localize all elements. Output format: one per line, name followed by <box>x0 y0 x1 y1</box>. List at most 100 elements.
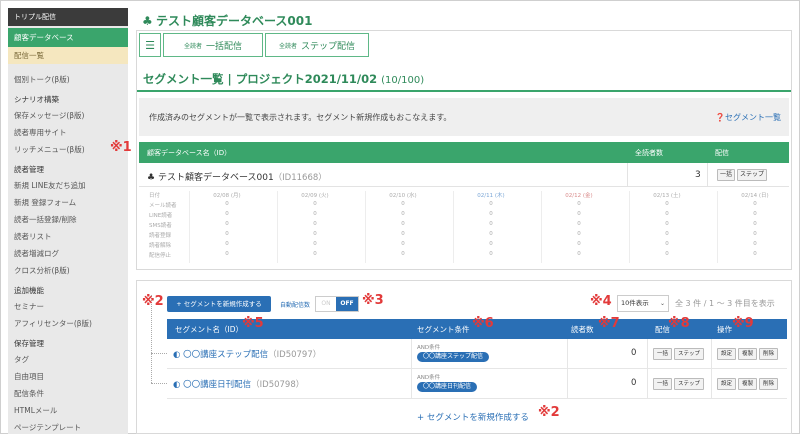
stats-date: 02/09 (火) <box>301 193 329 199</box>
stats-cell: 0 <box>665 241 669 247</box>
sidebar-item-delivery-list[interactable]: 配信一覧 <box>8 47 128 64</box>
stats-cell: 0 <box>313 211 317 217</box>
segment-bulk-button[interactable]: 一括 <box>653 378 673 390</box>
segment-name: 〇〇講座ステップ配信 <box>183 350 269 360</box>
sidebar-item-saved-message[interactable]: 保存メッセージ(β版) <box>8 107 128 124</box>
annotation-mark-2b: ※2 <box>538 405 560 420</box>
stats-date: 02/14 (日) <box>741 193 769 199</box>
sidebar-item-reader-site[interactable]: 読者専用サイト <box>8 124 128 141</box>
sidebar-item-line-add[interactable]: 新規 LINE友だち追加 <box>8 177 128 194</box>
sidebar-section-readers: 読者管理 <box>14 165 44 174</box>
database-icon: ♣ <box>142 14 153 28</box>
bulk-delivery-scope: 全読者 <box>183 42 202 50</box>
sidebar-item-affiliate[interactable]: アフィリセンター(β版) <box>8 315 128 332</box>
sidebar-item-reader-list[interactable]: 読者リスト <box>8 228 128 245</box>
sidebar-item-register-form[interactable]: 新規 登録フォーム <box>8 194 128 211</box>
annotation-mark-7: ※7 <box>598 316 620 331</box>
add-segment-link[interactable]: + セグメントを新規作成する <box>417 411 529 423</box>
sidebar-item-individual-talk[interactable]: 個別トーク(β版) <box>8 71 128 88</box>
segment-copy-button[interactable]: 複製 <box>738 378 758 390</box>
segment-name-link[interactable]: ◐ 〇〇講座日刊配信（ID50798） <box>173 378 304 390</box>
segment-name: 〇〇講座日刊配信 <box>183 380 252 390</box>
stats-cell: 0 <box>225 211 229 217</box>
toggle-off[interactable]: OFF <box>336 297 358 311</box>
new-segment-button[interactable]: + セグメントを新規作成する <box>167 296 271 312</box>
segment-copy-button[interactable]: 複製 <box>738 348 758 360</box>
stats-divider <box>717 191 718 263</box>
db-bulk-button[interactable]: 一括 <box>717 169 735 181</box>
stats-cell: 0 <box>489 201 493 207</box>
annotation-mark-4: ※4 <box>590 294 612 309</box>
page-title-text: テスト顧客データベース001 <box>156 14 313 28</box>
sidebar-item-bulk-register[interactable]: 読者一括登録/削除 <box>8 211 128 228</box>
sidebar-section-storage: 保存管理 <box>14 339 44 348</box>
toggle-on[interactable]: ON <box>316 297 336 311</box>
col-action: 操作 <box>717 325 732 334</box>
database-name-text: テスト顧客データベース001 <box>157 173 274 183</box>
sidebar-header: トリプル配信 <box>8 8 128 26</box>
per-page-select[interactable]: 10件表示 ⌄ <box>617 295 669 312</box>
segment-delete-button[interactable]: 削除 <box>759 348 779 360</box>
stats-table: 日付 メール読者 LINE読者 SMS読者 読者登録 読者解除 配信停止 02/08 (月) 0… <box>139 189 789 267</box>
step-delivery-button[interactable]: 全読者 ステップ配信 <box>265 33 369 57</box>
condition-label: AND条件 <box>417 345 441 351</box>
stats-cell: 0 <box>489 221 493 227</box>
segment-step-button[interactable]: ステップ <box>674 378 705 390</box>
menu-icon[interactable]: ☰ <box>139 33 161 57</box>
segment-setting-button[interactable]: 設定 <box>717 348 737 360</box>
auto-delivery-toggle[interactable]: ON OFF <box>315 296 359 312</box>
sidebar-item-page-template[interactable]: ページテンプレート <box>8 419 128 434</box>
stats-cell: 0 <box>665 251 669 257</box>
segment-card: + セグメントを新規作成する 自動配信数 ON OFF 10件表示 ⌄ 全 3 件… <box>136 280 792 434</box>
stats-row-label: SMS読者 <box>149 223 172 229</box>
segment-icon: ◐ <box>173 350 184 360</box>
db-step-button[interactable]: ステップ <box>737 169 767 181</box>
help-icon: ❓ <box>715 113 725 122</box>
col-segment-name: セグメント名（ID） <box>175 325 243 334</box>
stats-cell: 0 <box>401 211 405 217</box>
bulk-delivery-button[interactable]: 全読者 一括配信 <box>163 33 263 57</box>
segment-id: （ID50798） <box>251 380 305 390</box>
sidebar-item-reader-log[interactable]: 読者増減ログ <box>8 245 128 262</box>
stats-row-label: メール読者 <box>149 203 177 209</box>
sidebar-item-cross-analysis[interactable]: クロス分析(β版) <box>8 262 128 279</box>
sidebar-item-database[interactable]: 顧客データベース <box>8 28 128 47</box>
stats-date: 02/13 (土) <box>653 193 681 199</box>
stats-cell: 0 <box>225 241 229 247</box>
delivery-buttons: 一括 ステップ <box>653 378 705 390</box>
sidebar-item-html-mail[interactable]: HTMLメール <box>8 402 128 419</box>
action-buttons: 設定 複製 削除 <box>717 378 779 390</box>
stats-cell: 0 <box>577 241 581 247</box>
stats-cell: 0 <box>577 231 581 237</box>
stats-cell: 0 <box>665 231 669 237</box>
stats-cell: 0 <box>313 251 317 257</box>
sidebar-item-seminar[interactable]: セミナー <box>8 298 128 315</box>
sidebar-item-tag[interactable]: タグ <box>8 351 128 368</box>
stats-divider <box>541 191 542 263</box>
stats-cell: 0 <box>401 201 405 207</box>
segment-setting-button[interactable]: 設定 <box>717 378 737 390</box>
main-area: ♣ テスト顧客データベース001 ☰ 全読者 一括配信 全読者 ステップ配信 セグメン… <box>110 8 792 434</box>
annotation-mark-3: ※3 <box>362 293 384 308</box>
stats-cell: 0 <box>401 231 405 237</box>
stats-cell: 0 <box>753 211 757 217</box>
condition-pill: 〇〇講座ステップ配信 <box>417 352 490 362</box>
sidebar-item-delivery-condition[interactable]: 配信条件 <box>8 385 128 402</box>
stats-cell: 0 <box>401 241 405 247</box>
segment-step-button[interactable]: ステップ <box>674 348 705 360</box>
stats-date: 02/10 (水) <box>389 193 417 199</box>
segment-list-help-link[interactable]: ❓セグメント一覧 <box>715 112 781 123</box>
segment-name-link[interactable]: ◐ 〇〇講座ステップ配信（ID50797） <box>173 348 321 360</box>
annotation-mark-8: ※8 <box>668 316 690 331</box>
stats-cell: 0 <box>753 251 757 257</box>
segment-bulk-button[interactable]: 一括 <box>653 348 673 360</box>
segment-delete-button[interactable]: 削除 <box>759 378 779 390</box>
table-row: ◐ 〇〇講座日刊配信（ID50798） AND条件 〇〇講座日刊配信 0 一括 … <box>167 369 787 399</box>
sidebar-item-free-field[interactable]: 自由項目 <box>8 368 128 385</box>
col-readers: 読者数 <box>571 325 594 334</box>
segment-list-title-text: セグメント一覧 | プロジェクト2021/11/02 <box>143 72 378 86</box>
page-title: ♣ テスト顧客データベース001 <box>142 12 312 29</box>
segment-count: (10/100) <box>381 75 425 86</box>
sidebar-section-scenario: シナリオ構築 <box>14 95 59 104</box>
stats-row-label: LINE読者 <box>149 213 173 219</box>
